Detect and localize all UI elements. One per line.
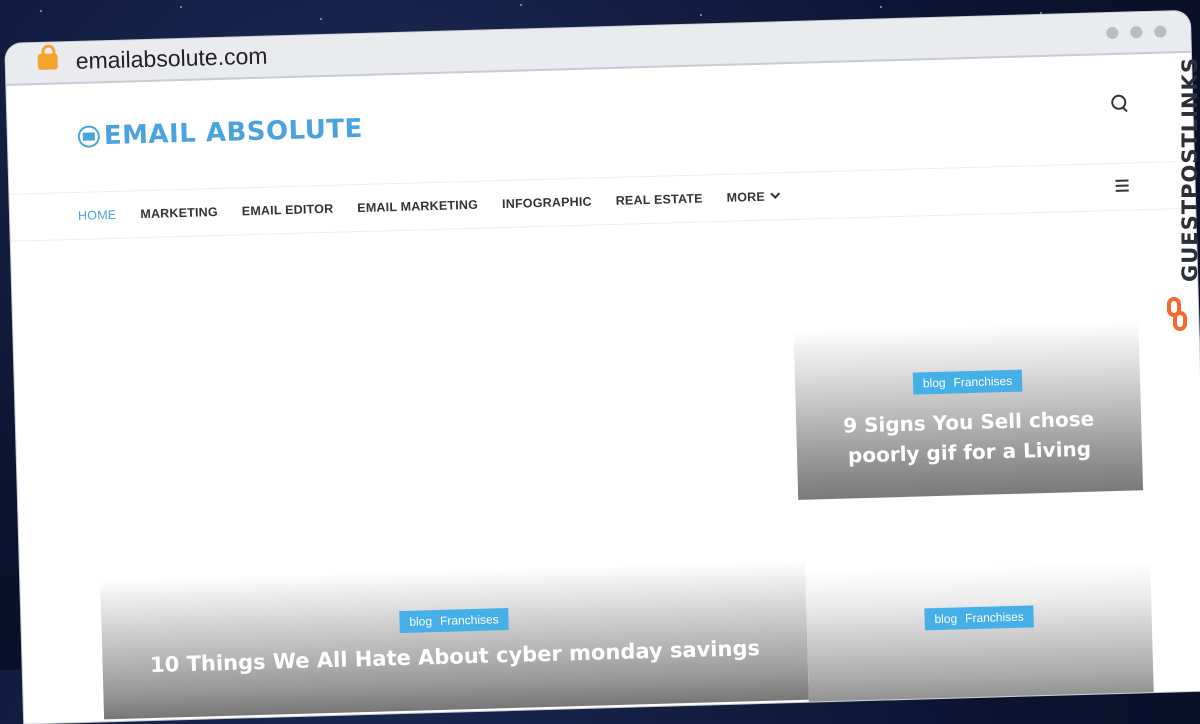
envelope-icon — [77, 125, 101, 148]
hamburger-menu-icon[interactable] — [1115, 179, 1129, 195]
nav-item-marketing[interactable]: MARKETING — [140, 205, 218, 221]
tag-label: blog — [934, 611, 958, 627]
nav-item-more[interactable]: MORE — [726, 188, 781, 205]
browser-window: emailabsolute.com EMAIL ABSOLUTE HOME MA… — [5, 10, 1200, 724]
link-icon — [1167, 297, 1187, 333]
website: EMAIL ABSOLUTE HOME MARKETING EMAIL EDIT… — [6, 52, 1200, 724]
lock-icon — [37, 53, 58, 70]
window-dot-icon[interactable] — [1106, 26, 1119, 40]
post-tags: blog Franchises — [795, 366, 1140, 398]
nav-more-label: MORE — [726, 189, 766, 205]
nav-item-infographic[interactable]: INFOGRAPHIC — [502, 195, 592, 211]
tag-label: Franchises — [953, 373, 1013, 390]
url-text[interactable]: emailabsolute.com — [75, 43, 267, 75]
tag-label: blog — [922, 375, 946, 391]
logo-text: EMAIL ABSOLUTE — [103, 113, 364, 152]
window-dot-icon[interactable] — [1154, 25, 1167, 38]
post-card[interactable]: blog Franchises 9 Signs You Sell chose p… — [793, 320, 1144, 500]
post-tags: blog Franchises — [806, 602, 1151, 634]
window-controls — [1106, 25, 1167, 40]
post-title[interactable] — [827, 637, 1132, 646]
category-badge[interactable]: blog Franchises — [924, 605, 1035, 631]
search-icon[interactable] — [1111, 94, 1127, 111]
tag-label: Franchises — [964, 609, 1025, 626]
nav-item-home[interactable]: HOME — [78, 208, 117, 223]
featured-posts: blog Franchises 9 Signs You Sell chose p… — [11, 209, 1200, 720]
site-logo[interactable]: EMAIL ABSOLUTE — [77, 114, 363, 152]
category-badge[interactable]: blog Franchises — [399, 608, 509, 634]
post-card[interactable]: blog Franchises — [805, 560, 1154, 710]
chevron-down-icon — [770, 188, 781, 199]
post-card[interactable]: blog Franchises 10 Things We All Hate Ab… — [100, 559, 809, 720]
nav-item-real-estate[interactable]: REAL ESTATE — [616, 191, 703, 207]
tag-label: blog — [409, 614, 433, 629]
tag-label: Franchises — [439, 612, 499, 628]
category-badge[interactable]: blog Franchises — [912, 369, 1023, 395]
post-title[interactable]: 10 Things We All Hate About cyber monday… — [122, 632, 788, 681]
window-dot-icon[interactable] — [1130, 26, 1143, 39]
nav-item-email-marketing[interactable]: EMAIL MARKETING — [357, 198, 478, 215]
nav-item-email-editor[interactable]: EMAIL EDITOR — [242, 202, 334, 219]
guestpostlinks-watermark: GUESTPOSTLINKS — [1158, 57, 1200, 350]
watermark-text: GUESTPOSTLINKS — [1178, 57, 1200, 282]
post-title[interactable]: 9 Signs You Sell chose poorly gif for a … — [816, 403, 1123, 471]
